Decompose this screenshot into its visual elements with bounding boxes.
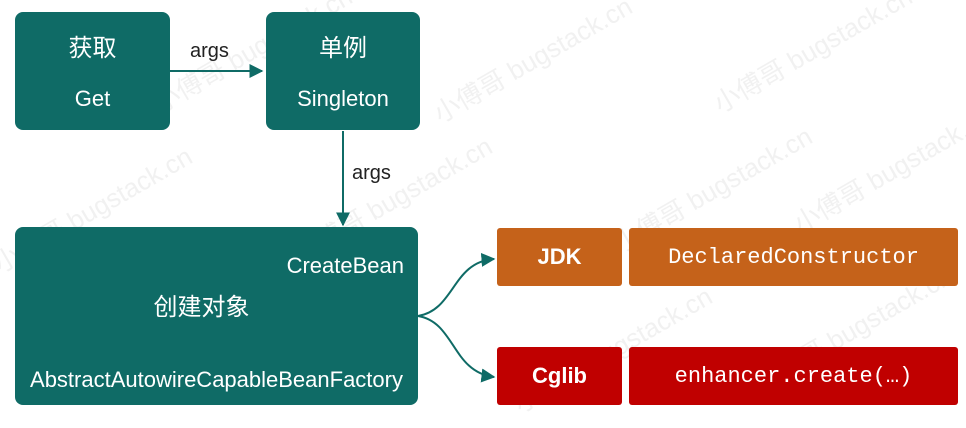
get-box: 获取 Get (15, 12, 170, 130)
create-object-title: 创建对象 (153, 293, 250, 321)
get-box-title: 获取 (68, 34, 117, 62)
singleton-box-title: 单例 (319, 34, 367, 62)
jdk-tag: JDK (497, 228, 622, 286)
singleton-box: 单例 Singleton (266, 12, 420, 130)
declared-constructor-box: DeclaredConstructor (629, 228, 958, 286)
arrow-create-to-jdk (417, 252, 496, 317)
create-bean-box: CreateBean 创建对象 AbstractAutowireCapableB… (15, 227, 418, 405)
singleton-box-subtitle: Singleton (297, 86, 389, 111)
arrow-label-args-horizontal: args (190, 40, 229, 62)
arrow-label-args-vertical: args (352, 162, 391, 184)
enhancer-create-box: enhancer.create(…) (629, 347, 958, 405)
factory-class-label: AbstractAutowireCapableBeanFactory (30, 367, 403, 392)
cglib-tag: Cglib (497, 347, 622, 405)
get-box-subtitle: Get (74, 86, 111, 111)
arrow-create-to-cglib (417, 315, 496, 383)
create-bean-label: CreateBean (286, 253, 404, 278)
